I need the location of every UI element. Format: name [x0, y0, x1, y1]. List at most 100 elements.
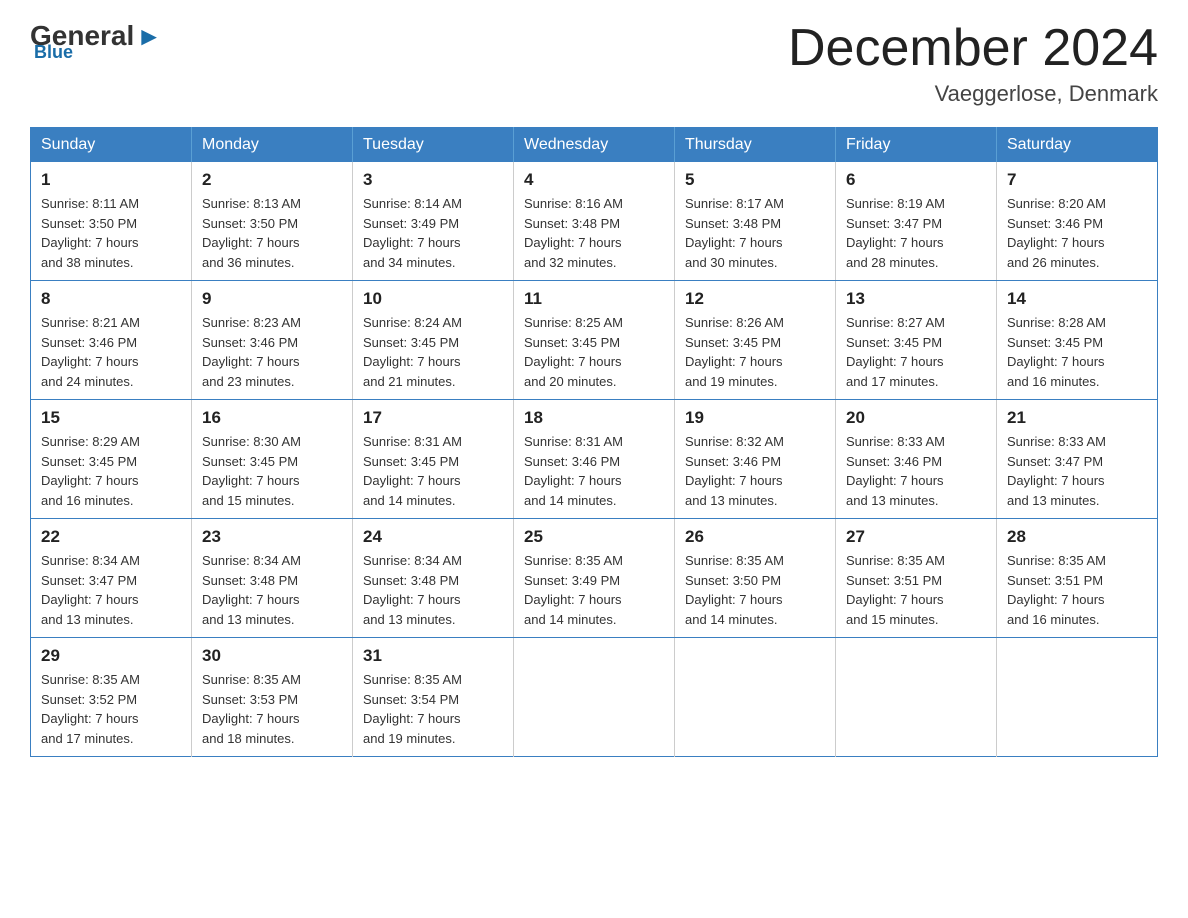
calendar-cell: 2 Sunrise: 8:13 AM Sunset: 3:50 PM Dayli…	[192, 162, 353, 281]
day-number: 14	[1007, 289, 1147, 309]
day-info: Sunrise: 8:20 AM Sunset: 3:46 PM Dayligh…	[1007, 194, 1147, 272]
calendar-cell	[997, 638, 1158, 757]
day-number: 22	[41, 527, 181, 547]
day-number: 29	[41, 646, 181, 666]
calendar-cell: 25 Sunrise: 8:35 AM Sunset: 3:49 PM Dayl…	[514, 519, 675, 638]
calendar-cell	[836, 638, 997, 757]
calendar-cell: 18 Sunrise: 8:31 AM Sunset: 3:46 PM Dayl…	[514, 400, 675, 519]
day-number: 7	[1007, 170, 1147, 190]
day-number: 28	[1007, 527, 1147, 547]
week-row-4: 22 Sunrise: 8:34 AM Sunset: 3:47 PM Dayl…	[31, 519, 1158, 638]
header-friday: Friday	[836, 128, 997, 163]
day-info: Sunrise: 8:35 AM Sunset: 3:53 PM Dayligh…	[202, 670, 342, 748]
day-info: Sunrise: 8:35 AM Sunset: 3:50 PM Dayligh…	[685, 551, 825, 629]
calendar-cell: 27 Sunrise: 8:35 AM Sunset: 3:51 PM Dayl…	[836, 519, 997, 638]
logo: General ► Blue	[30, 20, 162, 63]
day-info: Sunrise: 8:23 AM Sunset: 3:46 PM Dayligh…	[202, 313, 342, 391]
day-number: 2	[202, 170, 342, 190]
calendar-cell: 16 Sunrise: 8:30 AM Sunset: 3:45 PM Dayl…	[192, 400, 353, 519]
calendar-cell: 5 Sunrise: 8:17 AM Sunset: 3:48 PM Dayli…	[675, 162, 836, 281]
logo-arrow-icon: ►	[136, 23, 162, 49]
day-info: Sunrise: 8:35 AM Sunset: 3:51 PM Dayligh…	[1007, 551, 1147, 629]
day-number: 16	[202, 408, 342, 428]
day-number: 26	[685, 527, 825, 547]
header-thursday: Thursday	[675, 128, 836, 163]
calendar-cell: 7 Sunrise: 8:20 AM Sunset: 3:46 PM Dayli…	[997, 162, 1158, 281]
calendar-cell: 12 Sunrise: 8:26 AM Sunset: 3:45 PM Dayl…	[675, 281, 836, 400]
day-info: Sunrise: 8:33 AM Sunset: 3:47 PM Dayligh…	[1007, 432, 1147, 510]
day-number: 30	[202, 646, 342, 666]
week-row-2: 8 Sunrise: 8:21 AM Sunset: 3:46 PM Dayli…	[31, 281, 1158, 400]
day-number: 10	[363, 289, 503, 309]
day-number: 6	[846, 170, 986, 190]
page-header: General ► Blue December 2024 Vaeggerlose…	[30, 20, 1158, 107]
day-number: 11	[524, 289, 664, 309]
calendar-cell: 3 Sunrise: 8:14 AM Sunset: 3:49 PM Dayli…	[353, 162, 514, 281]
day-info: Sunrise: 8:26 AM Sunset: 3:45 PM Dayligh…	[685, 313, 825, 391]
title-section: December 2024 Vaeggerlose, Denmark	[788, 20, 1158, 107]
calendar-cell: 1 Sunrise: 8:11 AM Sunset: 3:50 PM Dayli…	[31, 162, 192, 281]
calendar-cell: 17 Sunrise: 8:31 AM Sunset: 3:45 PM Dayl…	[353, 400, 514, 519]
day-number: 24	[363, 527, 503, 547]
day-info: Sunrise: 8:29 AM Sunset: 3:45 PM Dayligh…	[41, 432, 181, 510]
calendar-cell: 20 Sunrise: 8:33 AM Sunset: 3:46 PM Dayl…	[836, 400, 997, 519]
calendar-cell: 8 Sunrise: 8:21 AM Sunset: 3:46 PM Dayli…	[31, 281, 192, 400]
day-number: 23	[202, 527, 342, 547]
day-info: Sunrise: 8:19 AM Sunset: 3:47 PM Dayligh…	[846, 194, 986, 272]
header-tuesday: Tuesday	[353, 128, 514, 163]
day-number: 17	[363, 408, 503, 428]
calendar-cell: 4 Sunrise: 8:16 AM Sunset: 3:48 PM Dayli…	[514, 162, 675, 281]
day-info: Sunrise: 8:24 AM Sunset: 3:45 PM Dayligh…	[363, 313, 503, 391]
day-info: Sunrise: 8:31 AM Sunset: 3:45 PM Dayligh…	[363, 432, 503, 510]
day-number: 20	[846, 408, 986, 428]
calendar-cell: 13 Sunrise: 8:27 AM Sunset: 3:45 PM Dayl…	[836, 281, 997, 400]
day-number: 25	[524, 527, 664, 547]
calendar-cell: 22 Sunrise: 8:34 AM Sunset: 3:47 PM Dayl…	[31, 519, 192, 638]
day-number: 5	[685, 170, 825, 190]
day-info: Sunrise: 8:30 AM Sunset: 3:45 PM Dayligh…	[202, 432, 342, 510]
day-number: 13	[846, 289, 986, 309]
calendar-cell: 30 Sunrise: 8:35 AM Sunset: 3:53 PM Dayl…	[192, 638, 353, 757]
day-number: 8	[41, 289, 181, 309]
week-row-3: 15 Sunrise: 8:29 AM Sunset: 3:45 PM Dayl…	[31, 400, 1158, 519]
header-wednesday: Wednesday	[514, 128, 675, 163]
day-info: Sunrise: 8:17 AM Sunset: 3:48 PM Dayligh…	[685, 194, 825, 272]
day-info: Sunrise: 8:35 AM Sunset: 3:54 PM Dayligh…	[363, 670, 503, 748]
calendar-cell: 31 Sunrise: 8:35 AM Sunset: 3:54 PM Dayl…	[353, 638, 514, 757]
calendar-cell: 15 Sunrise: 8:29 AM Sunset: 3:45 PM Dayl…	[31, 400, 192, 519]
logo-blue-text: Blue	[34, 42, 73, 63]
day-info: Sunrise: 8:34 AM Sunset: 3:47 PM Dayligh…	[41, 551, 181, 629]
day-number: 1	[41, 170, 181, 190]
header-monday: Monday	[192, 128, 353, 163]
calendar-cell	[675, 638, 836, 757]
week-row-1: 1 Sunrise: 8:11 AM Sunset: 3:50 PM Dayli…	[31, 162, 1158, 281]
calendar-header-row: SundayMondayTuesdayWednesdayThursdayFrid…	[31, 128, 1158, 163]
calendar-cell: 23 Sunrise: 8:34 AM Sunset: 3:48 PM Dayl…	[192, 519, 353, 638]
month-year-title: December 2024	[788, 20, 1158, 77]
header-sunday: Sunday	[31, 128, 192, 163]
day-number: 9	[202, 289, 342, 309]
day-number: 27	[846, 527, 986, 547]
day-info: Sunrise: 8:28 AM Sunset: 3:45 PM Dayligh…	[1007, 313, 1147, 391]
day-info: Sunrise: 8:35 AM Sunset: 3:52 PM Dayligh…	[41, 670, 181, 748]
location-subtitle: Vaeggerlose, Denmark	[788, 81, 1158, 107]
day-number: 4	[524, 170, 664, 190]
calendar-cell: 28 Sunrise: 8:35 AM Sunset: 3:51 PM Dayl…	[997, 519, 1158, 638]
day-info: Sunrise: 8:16 AM Sunset: 3:48 PM Dayligh…	[524, 194, 664, 272]
header-saturday: Saturday	[997, 128, 1158, 163]
day-info: Sunrise: 8:32 AM Sunset: 3:46 PM Dayligh…	[685, 432, 825, 510]
day-info: Sunrise: 8:21 AM Sunset: 3:46 PM Dayligh…	[41, 313, 181, 391]
day-info: Sunrise: 8:11 AM Sunset: 3:50 PM Dayligh…	[41, 194, 181, 272]
day-number: 31	[363, 646, 503, 666]
calendar-cell: 9 Sunrise: 8:23 AM Sunset: 3:46 PM Dayli…	[192, 281, 353, 400]
calendar-cell: 29 Sunrise: 8:35 AM Sunset: 3:52 PM Dayl…	[31, 638, 192, 757]
calendar-cell: 24 Sunrise: 8:34 AM Sunset: 3:48 PM Dayl…	[353, 519, 514, 638]
day-info: Sunrise: 8:34 AM Sunset: 3:48 PM Dayligh…	[202, 551, 342, 629]
calendar-cell	[514, 638, 675, 757]
calendar-cell: 21 Sunrise: 8:33 AM Sunset: 3:47 PM Dayl…	[997, 400, 1158, 519]
calendar-cell: 26 Sunrise: 8:35 AM Sunset: 3:50 PM Dayl…	[675, 519, 836, 638]
day-number: 21	[1007, 408, 1147, 428]
day-number: 19	[685, 408, 825, 428]
day-number: 3	[363, 170, 503, 190]
day-number: 18	[524, 408, 664, 428]
